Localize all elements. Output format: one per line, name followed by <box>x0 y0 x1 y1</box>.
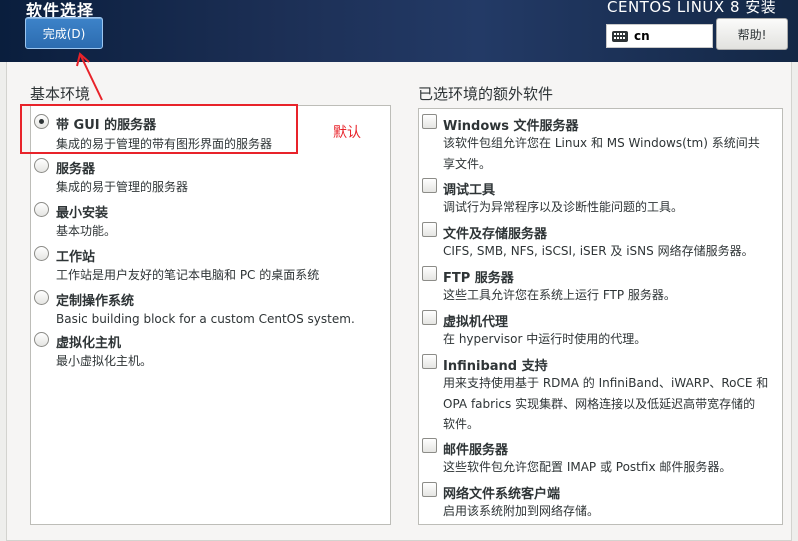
item-title: 邮件服务器 <box>443 443 509 458</box>
header-bar: 软件选择 完成(D) CENTOS LINUX 8 安装 cn 帮助! <box>0 0 798 62</box>
default-annotation-label: 默认 <box>333 125 361 141</box>
checkbox[interactable] <box>422 310 437 325</box>
radio-button[interactable] <box>34 158 49 173</box>
addons-heading: 已选环境的额外软件 <box>418 85 554 103</box>
annotation-arrow-icon <box>76 52 103 101</box>
radio-button[interactable] <box>34 332 49 347</box>
checkbox[interactable] <box>422 114 437 129</box>
item-title: 定制操作系统 <box>56 294 135 309</box>
checkbox[interactable] <box>422 222 437 237</box>
item-description: OPA fabrics 实现集群、网格连接以及低延迟高带宽存储的 <box>443 397 756 411</box>
radio-button[interactable] <box>34 114 49 129</box>
item-description: 基本功能。 <box>56 224 117 238</box>
item-description: 这些软件包允许您配置 IMAP 或 Postfix 邮件服务器。 <box>443 460 732 474</box>
item-description: 集成的易于管理的带有图形界面的服务器 <box>56 137 273 151</box>
item-description: 这些工具允许您在系统上运行 FTP 服务器。 <box>443 288 676 302</box>
item-title: 网络文件系统客户端 <box>443 487 561 502</box>
item-description: 启用该系统附加到网络存储。 <box>443 504 600 518</box>
item-title: 服务器 <box>56 162 96 177</box>
checkbox[interactable] <box>422 438 437 453</box>
item-description: CIFS, SMB, NFS, iSCSI, iSER 及 iSNS 网络存储服… <box>443 244 754 258</box>
checkbox[interactable] <box>422 482 437 497</box>
item-title: 调试工具 <box>443 183 496 198</box>
checkbox[interactable] <box>422 178 437 193</box>
item-title: Infiniband 支持 <box>443 359 548 374</box>
product-title: CENTOS LINUX 8 安装 <box>607 0 777 16</box>
radio-button[interactable] <box>34 202 49 217</box>
keyboard-layout-label: cn <box>634 29 650 43</box>
item-title: 带 GUI 的服务器 <box>56 118 157 133</box>
item-title: FTP 服务器 <box>443 271 514 286</box>
item-description: 调试行为异常程序以及诊断性能问题的工具。 <box>443 200 684 214</box>
radio-button[interactable] <box>34 290 49 305</box>
item-description: 工作站是用户友好的笔记本电脑和 PC 的桌面系统 <box>56 268 320 282</box>
item-description: 软件。 <box>443 417 480 431</box>
item-description: Basic building block for a custom CentOS… <box>56 312 355 326</box>
done-button[interactable]: 完成(D) <box>25 17 103 49</box>
checkbox[interactable] <box>422 266 437 281</box>
item-description: 最小虚拟化主机。 <box>56 354 153 368</box>
item-title: 最小安装 <box>56 206 109 221</box>
item-description: 享文件。 <box>443 157 492 171</box>
item-title: 工作站 <box>56 250 96 265</box>
item-description: 用来支持使用基于 RDMA 的 InfiniBand、iWARP、RoCE 和 <box>443 376 769 390</box>
checkbox[interactable] <box>422 354 437 369</box>
item-description: 该软件包组允许您在 Linux 和 MS Windows(tm) 系统间共 <box>443 136 760 150</box>
keyboard-layout-indicator[interactable]: cn <box>606 24 713 48</box>
item-title: 虚拟机代理 <box>443 315 509 330</box>
item-description: 集成的易于管理的服务器 <box>56 180 189 194</box>
item-title: 虚拟化主机 <box>56 336 122 351</box>
help-button[interactable]: 帮助! <box>716 18 788 50</box>
item-description: 在 hypervisor 中运行时使用的代理。 <box>443 332 647 346</box>
keyboard-icon <box>612 30 628 42</box>
radio-button[interactable] <box>34 246 49 261</box>
item-title: 文件及存储服务器 <box>443 227 548 242</box>
item-title: Windows 文件服务器 <box>443 119 579 134</box>
